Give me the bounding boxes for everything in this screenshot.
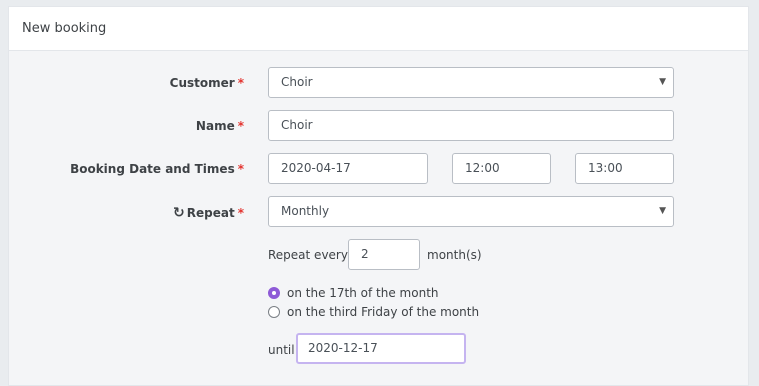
radio-label-third-friday: on the third Friday of the month <box>287 305 480 319</box>
required-mark: * <box>237 119 244 133</box>
refresh-icon: ↻ <box>173 205 185 221</box>
required-mark: * <box>237 76 244 90</box>
customer-label: Customer * <box>129 76 244 90</box>
required-mark: * <box>237 162 244 176</box>
radio-option-17th[interactable]: on the 17th of the month <box>268 286 508 302</box>
chevron-down-icon: ▼ <box>659 77 666 87</box>
customer-label-text: Customer <box>169 76 235 90</box>
end-time-input[interactable]: 13:00 <box>575 153 674 184</box>
customer-select-value: Choir <box>281 75 313 89</box>
required-mark: * <box>237 206 244 220</box>
repeat-select[interactable]: Monthly ▼ <box>268 196 674 227</box>
radio-option-third-friday[interactable]: on the third Friday of the month <box>268 305 508 321</box>
name-input[interactable]: Choir <box>268 110 674 141</box>
radio-button-selected[interactable] <box>268 287 280 299</box>
repeat-label: ↻ Repeat * <box>129 205 244 221</box>
customer-select[interactable]: Choir ▼ <box>268 67 674 98</box>
repeat-select-value: Monthly <box>281 204 330 218</box>
radio-label-17th: on the 17th of the month <box>287 286 439 300</box>
chevron-down-icon: ▼ <box>659 206 666 216</box>
booking-date-input[interactable]: 2020-04-17 <box>268 153 428 184</box>
radio-button-unselected[interactable] <box>268 306 280 318</box>
start-time-input[interactable]: 12:00 <box>452 153 551 184</box>
name-label: Name * <box>129 119 244 133</box>
repeat-interval-input[interactable]: 2 <box>348 239 420 270</box>
repeat-unit-label: month(s) <box>427 248 482 262</box>
booking-date-label-text: Booking Date and Times <box>70 162 235 176</box>
name-label-text: Name <box>195 119 235 133</box>
until-date-input[interactable]: 2020-12-17 <box>296 333 466 364</box>
new-booking-card: New booking Customer * Choir ▼ Name * Choi… <box>8 6 749 386</box>
repeat-every-label: Repeat every <box>268 248 348 262</box>
booking-date-label: Booking Date and Times * <box>49 162 244 176</box>
card-title: New booking <box>9 7 748 51</box>
repeat-label-text: Repeat <box>186 206 235 220</box>
until-label: until <box>268 343 295 357</box>
